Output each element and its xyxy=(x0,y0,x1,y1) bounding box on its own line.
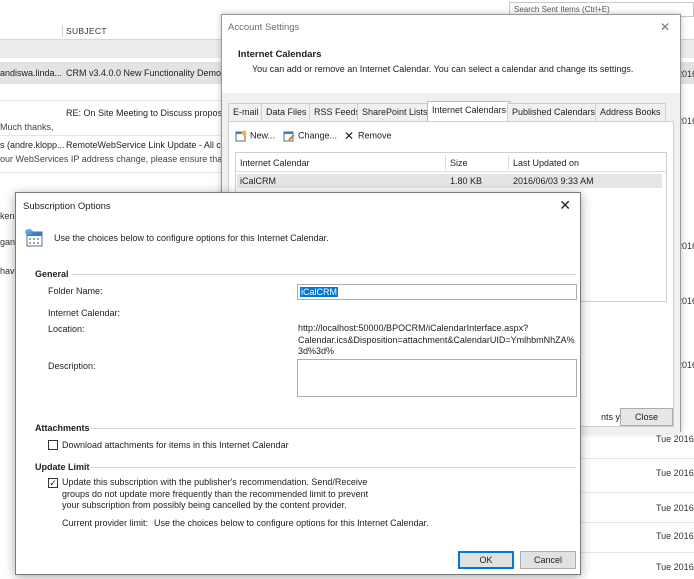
cancel-button[interactable]: Cancel xyxy=(520,551,576,569)
tab-address-books[interactable]: Address Books xyxy=(595,103,666,121)
close-icon[interactable]: ✕ xyxy=(559,197,571,214)
section-heading: Internet Calendars xyxy=(238,49,322,60)
remove-button-label: Remove xyxy=(358,130,392,141)
download-attachments-label[interactable]: Download attachments for items in this I… xyxy=(62,440,289,452)
calendar-updated: 2016/06/03 9:33 AM xyxy=(513,176,594,186)
calendar-name: iCalCRM xyxy=(240,176,276,186)
update-limit-line: your subscription from possibly being ca… xyxy=(62,500,347,510)
message-date: Tue 2016/ xyxy=(656,562,694,572)
account-settings-titlebar[interactable]: Account Settings ✕ xyxy=(222,15,680,39)
new-button[interactable]: New... xyxy=(235,130,275,146)
general-section-label: General xyxy=(35,269,69,279)
description-textarea[interactable] xyxy=(297,359,577,397)
message-date: Tue 2016/ xyxy=(656,434,694,444)
download-attachments-checkbox[interactable] xyxy=(48,440,58,450)
location-line: 3d%3d% xyxy=(298,346,335,356)
ok-button[interactable]: OK xyxy=(458,551,514,569)
update-limit-line: Update this subscription with the publis… xyxy=(62,477,368,487)
column-separator xyxy=(62,25,63,37)
message-subject: CRM v3.4.0.0 New Functionality Demo xyxy=(66,68,222,78)
message-subject: RE: On Site Meeting to Discuss proposal xyxy=(66,108,230,118)
update-limit-section-label: Update Limit xyxy=(35,462,90,472)
section-description: You can add or remove an Internet Calend… xyxy=(252,64,634,74)
new-calendar-icon xyxy=(235,130,247,142)
message-subject: RemoteWebService Link Update - All clie xyxy=(66,140,230,150)
message-preview: our WebServices IP address change, pleas… xyxy=(0,154,237,164)
location-value: http://localhost:50000/BPOCRM/iCalendarI… xyxy=(298,323,575,358)
location-line: Calendar.ics&Disposition=attachment&Cale… xyxy=(298,334,575,345)
close-button[interactable]: Close xyxy=(620,408,673,426)
remove-button[interactable]: ✕ Remove xyxy=(343,130,392,146)
tab-data-files[interactable]: Data Files xyxy=(261,103,312,121)
provider-limit-value: Use the choices below to configure optio… xyxy=(154,518,429,528)
calendar-icon xyxy=(24,228,44,247)
calendar-size: 1.80 KB xyxy=(450,176,483,186)
dialog-title: Subscription Options xyxy=(23,201,111,212)
folder-name-value: iCalCRM xyxy=(300,287,338,297)
column-internet-calendar[interactable]: Internet Calendar xyxy=(240,158,310,168)
account-settings-header: Internet Calendars You can add or remove… xyxy=(222,39,680,93)
change-button-label: Change... xyxy=(298,130,338,141)
tab-internet-calendars[interactable]: Internet Calendars xyxy=(427,101,512,122)
close-icon[interactable]: ✕ xyxy=(660,20,670,34)
update-limit-checkbox[interactable]: ✓ xyxy=(48,478,58,488)
message-date: Tue 2016/ xyxy=(656,468,694,478)
location-label: Location: xyxy=(48,324,85,334)
tab-published-calendars[interactable]: Published Calendars xyxy=(507,103,601,121)
message-date: Tue 2016/ xyxy=(656,503,694,513)
subscription-options-dialog: Subscription Options ✕ Use the choices b… xyxy=(15,192,581,575)
location-line: http://localhost:50000/BPOCRM/iCalendarI… xyxy=(298,323,529,333)
tab-email[interactable]: E-mail xyxy=(228,103,264,121)
calendar-row[interactable]: iCalCRM 1.80 KB 2016/06/03 9:33 AM xyxy=(237,174,662,188)
change-calendar-icon xyxy=(283,130,295,142)
dialog-intro-text: Use the choices below to configure optio… xyxy=(54,233,329,243)
calendar-list-header: Internet Calendar Size Last Updated on xyxy=(236,153,666,172)
folder-name-input[interactable]: iCalCRM xyxy=(297,284,577,300)
update-limit-label[interactable]: Update this subscription with the publis… xyxy=(62,477,368,512)
message-preview: Much thanks, xyxy=(0,122,54,132)
tab-sharepoint-lists[interactable]: SharePoint Lists xyxy=(357,103,433,121)
window-title: Account Settings xyxy=(228,22,300,33)
message-from: s (andre.klopp... xyxy=(0,140,65,150)
message-date: Tue 2016/ xyxy=(656,531,694,541)
column-size[interactable]: Size xyxy=(450,158,468,168)
provider-limit-label: Current provider limit: xyxy=(62,518,149,528)
message-fragment: gan xyxy=(0,237,16,247)
description-label: Description: xyxy=(48,361,96,371)
attachments-section-label: Attachments xyxy=(35,423,90,433)
column-subject[interactable]: SUBJECT xyxy=(66,26,107,36)
column-last-updated[interactable]: Last Updated on xyxy=(513,158,579,168)
internet-calendar-label: Internet Calendar: xyxy=(48,308,121,318)
new-button-label: New... xyxy=(250,130,276,141)
message-from: andiswa.linda... xyxy=(0,68,63,78)
change-button[interactable]: Change... xyxy=(283,130,337,146)
update-limit-line: groups do not update more frequently tha… xyxy=(62,488,369,499)
remove-x-icon: ✕ xyxy=(343,129,355,143)
folder-name-label: Folder Name: xyxy=(48,286,103,296)
